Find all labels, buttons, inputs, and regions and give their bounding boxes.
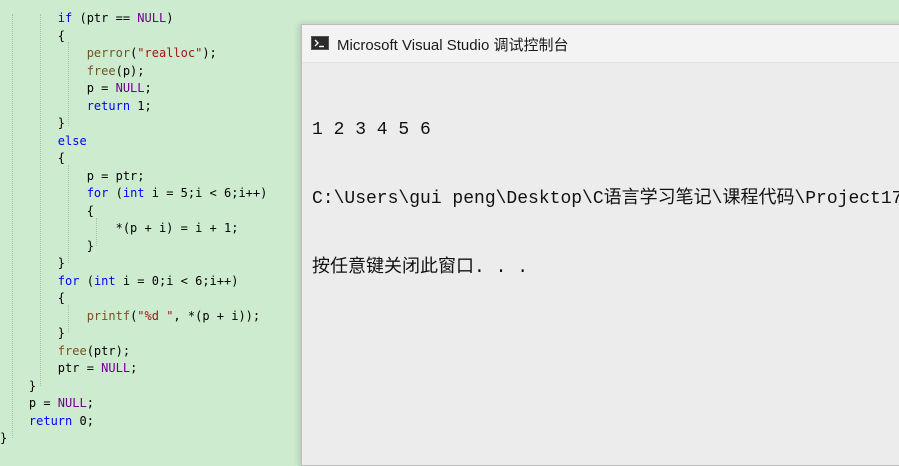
code-token: } — [0, 116, 66, 130]
code-line: } — [0, 255, 65, 273]
code-token: for — [86, 186, 109, 200]
debug-console-window[interactable]: Microsoft Visual Studio 调试控制台 1 2 3 4 5 … — [301, 24, 899, 466]
code-line: { — [0, 203, 94, 221]
code-token: { — [0, 28, 66, 43]
code-line: *(p + i) = i + 1; — [0, 220, 239, 238]
code-token: } — [0, 378, 37, 393]
code-token: p = ptr; — [0, 168, 145, 183]
code-token: int — [122, 186, 145, 200]
console-title: Microsoft Visual Studio 调试控制台 — [337, 37, 569, 54]
code-token: 0; — [72, 413, 94, 428]
code-line: } — [0, 378, 36, 396]
code-token: NULL — [101, 361, 131, 375]
code-token: NULL — [115, 81, 145, 95]
code-token: NULL — [137, 11, 167, 25]
code-line: ptr = NULL; — [0, 360, 138, 378]
console-output[interactable]: 1 2 3 4 5 6 C:\Users\gui peng\Desktop\C语… — [302, 63, 899, 326]
code-line: p = NULL; — [0, 395, 94, 413]
console-titlebar[interactable]: Microsoft Visual Studio 调试控制台 — [302, 25, 899, 63]
code-line: free(p); — [0, 63, 145, 81]
code-line: return 0; — [0, 413, 94, 431]
code-line: printf("%d ", *(p + i)); — [0, 308, 260, 326]
code-token: free — [86, 63, 116, 78]
code-token: (ptr == — [72, 11, 138, 25]
code-line: p = ptr; — [0, 168, 145, 186]
code-token: else — [57, 133, 87, 148]
code-token: printf — [86, 308, 131, 323]
code-token: (p); — [115, 63, 145, 78]
code-token: (ptr); — [86, 343, 131, 358]
code-token: , *(p + i)); — [173, 308, 261, 323]
code-token: ; — [144, 81, 152, 95]
code-token: { — [0, 151, 66, 165]
code-line: perror("realloc"); — [0, 45, 217, 63]
code-token: } — [0, 326, 66, 340]
console-icon — [311, 36, 329, 50]
code-token: ( — [108, 186, 123, 200]
code-token: NULL — [57, 396, 87, 410]
code-token: int — [93, 273, 116, 288]
code-token: ( — [79, 273, 94, 288]
console-output-line: C:\Users\gui peng\Desktop\C语言学习笔记\课程代码\P… — [312, 189, 899, 209]
code-token: for — [57, 273, 80, 288]
code-line: } — [0, 238, 94, 256]
code-token: return — [86, 98, 131, 113]
code-token: i = 5;i < 6;i++) — [144, 186, 268, 200]
code-token: ) — [166, 11, 174, 25]
code-token: { — [0, 203, 94, 218]
code-line: } — [0, 115, 65, 133]
code-token: "%d " — [137, 308, 174, 323]
code-token: ptr = — [0, 361, 102, 375]
code-token: p = — [0, 81, 116, 95]
code-token: return — [28, 413, 73, 428]
code-token: } — [0, 238, 94, 253]
code-token: i = 0;i < 6;i++) — [115, 273, 239, 288]
code-token: free — [57, 343, 87, 358]
code-line: { — [0, 150, 65, 168]
code-token: perror — [86, 46, 131, 60]
code-token: } — [0, 256, 66, 270]
code-line: { — [0, 290, 65, 308]
code-line: for (int i = 0;i < 6;i++) — [0, 273, 239, 291]
code-token: 1; — [130, 98, 152, 113]
console-output-line: 1 2 3 4 5 6 — [312, 120, 431, 140]
code-token: if — [57, 11, 73, 25]
code-token: { — [0, 291, 66, 305]
code-token: "realloc" — [137, 46, 203, 60]
code-line: else — [0, 133, 87, 151]
code-token: ; — [86, 396, 94, 410]
console-output-line: 按任意键关闭此窗口. . . — [312, 258, 529, 278]
code-token: p = — [0, 396, 58, 410]
code-line: return 1; — [0, 98, 152, 116]
code-token: } — [0, 431, 8, 445]
code-line: for (int i = 5;i < 6;i++) — [0, 185, 268, 203]
code-line: free(ptr); — [0, 343, 130, 361]
code-line: { — [0, 28, 65, 46]
code-line: } — [0, 325, 65, 343]
code-token: ; — [130, 361, 138, 375]
code-line: if (ptr == NULL) — [0, 10, 174, 28]
code-token: *(p + i) = i + 1; — [0, 221, 239, 235]
code-line: } — [0, 430, 7, 448]
code-line: p = NULL; — [0, 80, 152, 98]
code-token: ); — [202, 46, 217, 60]
